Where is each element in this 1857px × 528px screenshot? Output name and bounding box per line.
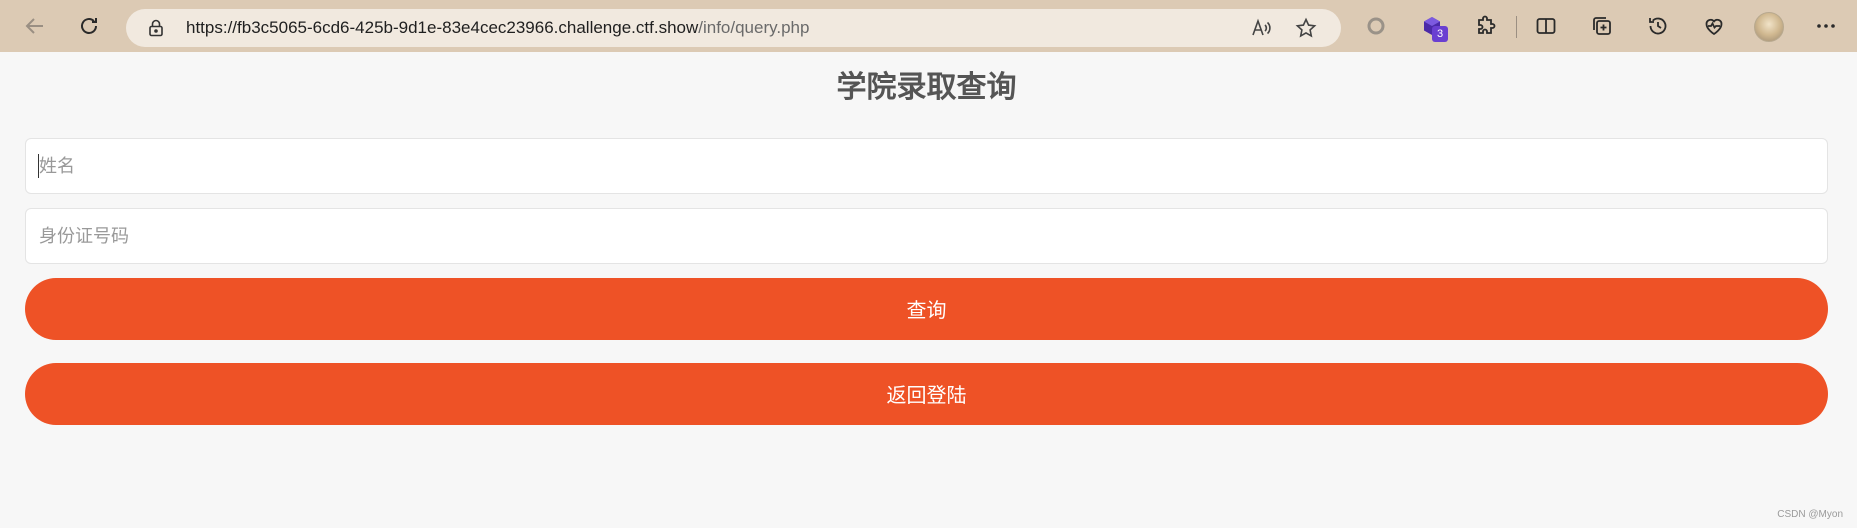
url-path: /info/query.php [698, 18, 810, 37]
query-button[interactable]: 查询 [25, 278, 1828, 340]
read-aloud-icon[interactable] [1250, 17, 1272, 39]
url-host: https://fb3c5065-6cd6-425b-9d1e-83e4cec2… [186, 18, 699, 37]
toolbar-separator [1516, 16, 1517, 38]
watermark: CSDN @Myon⁠⁠ [1777, 509, 1843, 520]
url-text[interactable]: https://fb3c5065-6cd6-425b-9d1e-83e4cec2… [186, 9, 809, 47]
page-content: 学院录取查询 查询 返回登陆 CSDN @Myon⁠⁠ [0, 52, 1857, 528]
profile-avatar[interactable] [1754, 12, 1784, 42]
id-number-input[interactable] [25, 208, 1828, 264]
extension-cube-icon[interactable]: 3 [1414, 8, 1450, 44]
page-title: 学院录取查询 [836, 70, 1017, 105]
more-menu-icon[interactable] [1808, 8, 1844, 44]
split-screen-icon[interactable] [1528, 8, 1564, 44]
browser-essentials-icon[interactable] [1358, 8, 1394, 44]
back-to-login-button[interactable]: 返回登陆 [25, 363, 1828, 425]
back-icon[interactable] [17, 8, 53, 44]
name-input[interactable] [25, 138, 1828, 194]
extension-badge: 3 [1432, 26, 1448, 42]
refresh-icon[interactable] [71, 8, 107, 44]
favorite-star-icon[interactable] [1295, 17, 1317, 39]
lock-icon[interactable] [146, 18, 166, 38]
performance-heart-icon[interactable] [1696, 8, 1732, 44]
collections-icon[interactable] [1584, 8, 1620, 44]
text-caret [38, 154, 39, 178]
extensions-puzzle-icon[interactable] [1468, 8, 1504, 44]
browser-toolbar: https://fb3c5065-6cd6-425b-9d1e-83e4cec2… [0, 0, 1857, 52]
history-icon[interactable] [1640, 8, 1676, 44]
address-bar[interactable]: https://fb3c5065-6cd6-425b-9d1e-83e4cec2… [126, 9, 1341, 47]
